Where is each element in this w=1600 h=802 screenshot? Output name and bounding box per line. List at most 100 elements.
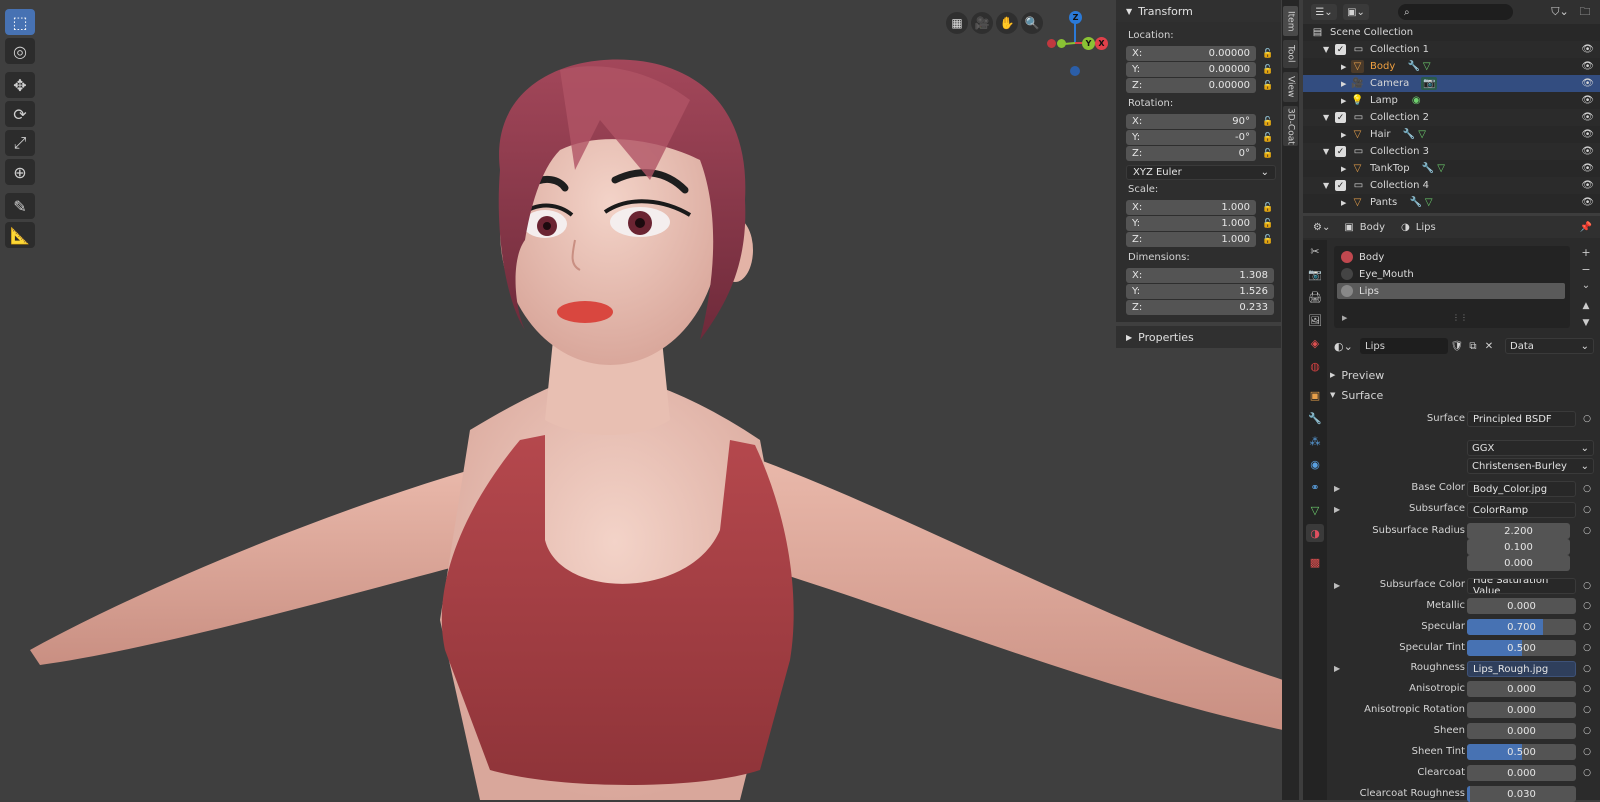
move-tool[interactable]: ✥ (5, 72, 35, 98)
outliner-row-scene-collection[interactable]: ▤ Scene Collection (1303, 24, 1600, 41)
socket-icon[interactable]: ○ (1582, 414, 1592, 424)
outliner-row-body[interactable]: ▶ ▽ Body 🔧 ▽ 👁 (1303, 58, 1600, 75)
select-box-tool[interactable]: ⬚ (5, 9, 35, 35)
eye-icon[interactable]: 👁 (1581, 78, 1594, 89)
subsurface-radius-x[interactable]: 2.200 (1467, 523, 1570, 539)
tab-view-layer[interactable]: 🖼 (1306, 311, 1324, 329)
eye-icon[interactable]: 👁 (1581, 146, 1594, 157)
outliner-row-collection-1[interactable]: ▼ ✓ ▭ Collection 1 👁 (1303, 41, 1600, 58)
properties-panel[interactable]: ▶ Properties (1116, 326, 1281, 348)
gizmo-z-axis[interactable]: Z (1069, 11, 1082, 24)
rotation-x-field[interactable]: X: 90° (1126, 114, 1256, 129)
eye-icon[interactable]: 👁 (1581, 112, 1594, 123)
chevron-right-icon[interactable]: ▶ (1334, 505, 1340, 514)
distribution-select[interactable]: GGX ⌄ (1467, 440, 1594, 456)
rotation-z-field[interactable]: Z: 0° (1126, 146, 1256, 161)
tab-particles[interactable]: ⁂ (1306, 432, 1324, 450)
unlink-icon[interactable]: ✕ (1481, 338, 1497, 354)
lock-icon[interactable]: 🔓 (1262, 64, 1274, 76)
outliner-row-collection-3[interactable]: ▼ ✓ ▭ Collection 3 👁 (1303, 143, 1600, 160)
tab-3d-coat[interactable]: 3D-Coat (1283, 106, 1298, 146)
tab-scene[interactable]: ◈ (1306, 334, 1324, 352)
lock-icon[interactable]: 🔓 (1262, 48, 1274, 60)
remove-slot-button[interactable]: − (1578, 263, 1594, 277)
socket-icon[interactable]: ○ (1582, 601, 1592, 611)
subsurface-color-field[interactable]: Hue Saturation Value (1467, 578, 1576, 594)
checkbox-icon[interactable]: ✓ (1335, 146, 1346, 157)
subsurface-radius-y[interactable]: 0.100 (1467, 539, 1570, 555)
tab-texture[interactable]: ▩ (1306, 553, 1324, 571)
3d-viewport[interactable]: ⬚ ◎ ✥ ⟳ ⤢ ⊕ ✎ 📐 ▦ 🎥 ✋ 🔍 Z X Y (0, 0, 1283, 800)
add-slot-button[interactable]: + (1578, 246, 1594, 260)
search-input[interactable] (1409, 5, 1500, 19)
surface-panel-header[interactable]: ▼ Surface (1330, 387, 1598, 403)
eye-icon[interactable]: 👁 (1581, 44, 1594, 55)
subsurface-method-select[interactable]: Christensen-Burley ⌄ (1467, 458, 1594, 474)
gizmo-neg-z[interactable] (1070, 66, 1080, 76)
display-mode-dropdown[interactable]: ☰⌄ (1311, 4, 1337, 20)
annotate-tool[interactable]: ✎ (5, 193, 35, 219)
lock-icon[interactable]: 🔓 (1262, 202, 1274, 214)
tab-output[interactable]: 🖨 (1306, 288, 1324, 306)
editor-type-icon[interactable]: ⚙⌄ (1313, 222, 1330, 233)
checkbox-icon[interactable]: ✓ (1335, 180, 1346, 191)
socket-icon[interactable]: ○ (1582, 622, 1592, 632)
socket-icon[interactable]: ○ (1582, 726, 1592, 736)
base-color-field[interactable]: Body_Color.jpg (1467, 481, 1576, 497)
grid-toggle-button[interactable]: ▦ (946, 12, 968, 34)
tab-object[interactable]: ▣ (1306, 386, 1324, 404)
scale-z-field[interactable]: Z: 1.000 (1126, 232, 1256, 247)
gizmo-x-axis[interactable]: X (1095, 37, 1108, 50)
material-slot-body[interactable]: Body (1337, 249, 1565, 265)
pin-icon[interactable]: 📌 (1580, 222, 1592, 233)
tab-tool-settings[interactable]: ✂ (1306, 242, 1324, 260)
browse-material-button[interactable]: ◐⌄ (1334, 338, 1360, 354)
socket-icon[interactable]: ○ (1582, 643, 1592, 653)
move-slot-up-button[interactable]: ▲ (1578, 301, 1594, 315)
outliner-row-camera[interactable]: ▶ 🎥 Camera 📷 👁 (1303, 75, 1600, 92)
specular-tint-slider[interactable]: 0.500 (1467, 640, 1576, 656)
gizmo-neg-x[interactable] (1047, 39, 1056, 48)
outliner-row-collection-2[interactable]: ▼ ✓ ▭ Collection 2 👁 (1303, 109, 1600, 126)
rotation-mode-select[interactable]: XYZ Euler ⌄ (1126, 165, 1276, 180)
tab-data[interactable]: ▽ (1306, 501, 1324, 519)
socket-icon[interactable]: ○ (1582, 581, 1592, 591)
outliner-row-tanktop[interactable]: ▶ ▽ TankTop 🔧 ▽ 👁 (1303, 160, 1600, 177)
tab-constraints[interactable]: ⚭ (1306, 478, 1324, 496)
slot-menu-button[interactable]: ⌄ (1578, 280, 1594, 294)
duplicate-icon[interactable]: ⧉ (1465, 338, 1481, 354)
chevron-right-icon[interactable]: ▶ (1342, 314, 1347, 322)
outliner-row-lamp[interactable]: ▶ 💡 Lamp ◉ 👁 (1303, 92, 1600, 109)
anisotropic-slider[interactable]: 0.000 (1467, 681, 1576, 697)
socket-icon[interactable]: ○ (1582, 526, 1592, 536)
tab-tool[interactable]: Tool (1283, 40, 1298, 68)
eye-icon[interactable]: 👁 (1581, 129, 1594, 140)
lock-icon[interactable]: 🔓 (1262, 218, 1274, 230)
location-y-field[interactable]: Y: 0.00000 (1126, 62, 1256, 77)
measure-tool[interactable]: 📐 (5, 222, 35, 248)
eye-icon[interactable]: 👁 (1581, 95, 1594, 106)
lock-icon[interactable]: 🔓 (1262, 80, 1274, 92)
eye-icon[interactable]: 👁 (1581, 163, 1594, 174)
tab-view[interactable]: View (1283, 72, 1298, 102)
tab-material[interactable]: ◑ (1306, 524, 1324, 542)
resize-handle[interactable]: ⋮⋮ (1452, 313, 1468, 322)
new-collection-button[interactable]: 🗀 (1576, 4, 1594, 20)
checkbox-icon[interactable]: ✓ (1335, 112, 1346, 123)
scale-x-field[interactable]: X: 1.000 (1126, 200, 1256, 215)
eye-icon[interactable]: 👁 (1581, 197, 1594, 208)
tab-modifiers[interactable]: 🔧 (1306, 409, 1324, 427)
rotate-tool[interactable]: ⟳ (5, 101, 35, 127)
socket-icon[interactable]: ○ (1582, 484, 1592, 494)
tab-world[interactable]: ◍ (1306, 357, 1324, 375)
tab-physics[interactable]: ◉ (1306, 455, 1324, 473)
cursor-tool[interactable]: ◎ (5, 38, 35, 64)
metallic-slider[interactable]: 0.000 (1467, 598, 1576, 614)
clearcoat-slider[interactable]: 0.000 (1467, 765, 1576, 781)
lock-icon[interactable]: 🔓 (1262, 148, 1274, 160)
tab-render[interactable]: 📷 (1306, 265, 1324, 283)
scale-y-field[interactable]: Y: 1.000 (1126, 216, 1256, 231)
anisotropic-rotation-slider[interactable]: 0.000 (1467, 702, 1576, 718)
location-z-field[interactable]: Z: 0.00000 (1126, 78, 1256, 93)
socket-icon[interactable]: ○ (1582, 747, 1592, 757)
